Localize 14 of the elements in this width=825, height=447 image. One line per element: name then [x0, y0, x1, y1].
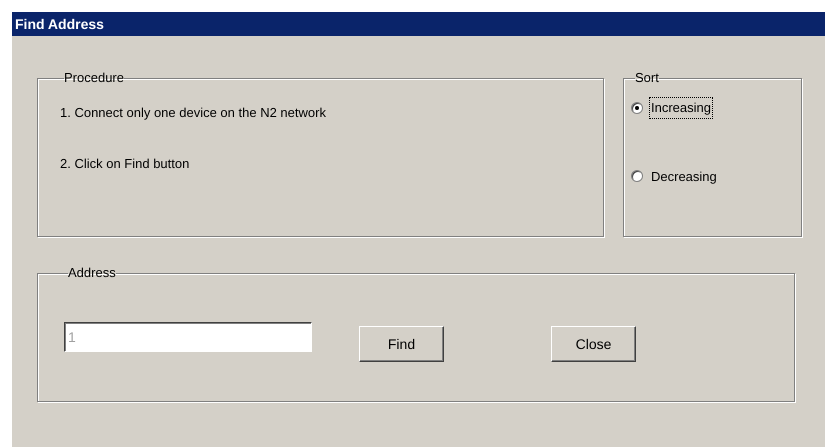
- radio-button[interactable]: [631, 102, 643, 114]
- group-title: Procedure: [64, 71, 124, 85]
- radio-option[interactable]: Decreasing: [631, 166, 719, 187]
- radio-label[interactable]: Increasing: [649, 97, 713, 118]
- dialog-button[interactable]: Find: [359, 326, 444, 362]
- instruction-text: 2. Click on Find button: [60, 154, 190, 172]
- instruction-text: 1. Connect only one device on the N2 network: [60, 104, 327, 122]
- group-title: Address: [68, 266, 116, 280]
- window-title: Find Address: [15, 14, 104, 34]
- group-title: Sort: [635, 71, 659, 85]
- radio-label[interactable]: Decreasing: [649, 166, 719, 187]
- dialog-button[interactable]: Close: [551, 326, 636, 362]
- radio-option[interactable]: Increasing: [631, 97, 713, 118]
- radio-button[interactable]: [631, 170, 643, 182]
